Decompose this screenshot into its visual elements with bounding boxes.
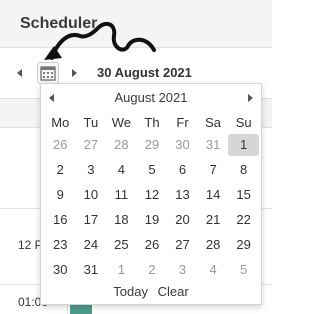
day-cell[interactable]: 28 bbox=[198, 234, 229, 256]
day-cell[interactable]: 4 bbox=[106, 159, 137, 181]
day-cell[interactable]: 9 bbox=[45, 184, 76, 206]
day-cell[interactable]: 22 bbox=[228, 209, 259, 231]
day-cell[interactable]: 25 bbox=[106, 234, 137, 256]
day-cell[interactable]: 6 bbox=[167, 159, 198, 181]
week-row: 9 10 11 12 13 14 15 bbox=[45, 184, 259, 206]
day-cell[interactable]: 31 bbox=[76, 259, 107, 281]
day-cell[interactable]: 27 bbox=[167, 234, 198, 256]
day-cell[interactable]: 31 bbox=[198, 134, 229, 156]
day-cell[interactable]: 21 bbox=[198, 209, 229, 231]
datepicker-header: August 2021 bbox=[41, 84, 261, 112]
day-cell[interactable]: 27 bbox=[76, 134, 107, 156]
week-row: 26 27 28 29 30 31 1 bbox=[45, 134, 259, 156]
day-cell[interactable]: 29 bbox=[228, 234, 259, 256]
month-next-icon[interactable] bbox=[245, 93, 255, 103]
day-cell[interactable]: 13 bbox=[167, 184, 198, 206]
week-row: 16 17 18 19 20 21 22 bbox=[45, 209, 259, 231]
day-cell[interactable]: 5 bbox=[228, 259, 259, 281]
day-cell[interactable]: 7 bbox=[198, 159, 229, 181]
day-cell[interactable]: 8 bbox=[228, 159, 259, 181]
today-button[interactable]: Today bbox=[113, 284, 148, 299]
day-cell[interactable]: 3 bbox=[167, 259, 198, 281]
day-cell[interactable]: 30 bbox=[45, 259, 76, 281]
day-cell[interactable]: 15 bbox=[228, 184, 259, 206]
chevron-left-icon[interactable] bbox=[14, 67, 26, 79]
week-row: 30 31 1 2 3 4 5 bbox=[45, 259, 259, 281]
week-row: 23 24 25 26 27 28 29 bbox=[45, 234, 259, 256]
day-cell[interactable]: 10 bbox=[76, 184, 107, 206]
day-cell[interactable]: 16 bbox=[45, 209, 76, 231]
weekday-label: Fr bbox=[176, 115, 189, 130]
day-cell[interactable]: 1 bbox=[106, 259, 137, 281]
weekday-label: Mo bbox=[51, 115, 70, 130]
day-cell[interactable]: 29 bbox=[137, 134, 168, 156]
scheduler-app: Scheduler 12 P 01:00 30 August 2021 Augu… bbox=[0, 0, 272, 314]
day-cell[interactable]: 4 bbox=[198, 259, 229, 281]
day-cell[interactable]: 24 bbox=[76, 234, 107, 256]
weekday-label: Th bbox=[144, 115, 160, 130]
day-cell[interactable]: 18 bbox=[106, 209, 137, 231]
day-cell[interactable]: 11 bbox=[106, 184, 137, 206]
week-row: 2345678 bbox=[45, 159, 259, 181]
day-cell[interactable]: 23 bbox=[45, 234, 76, 256]
day-cell[interactable]: 12 bbox=[137, 184, 168, 206]
datepicker-popup: August 2021 Mo Tu We Th Fr Sa Su 26 27 28 2… bbox=[40, 83, 262, 305]
clear-button[interactable]: Clear bbox=[158, 284, 189, 299]
chevron-right-icon[interactable] bbox=[68, 67, 80, 79]
day-cell-selected[interactable]: 1 bbox=[228, 134, 259, 156]
weekday-header-row: Mo Tu We Th Fr Sa Su bbox=[45, 114, 259, 132]
day-cell[interactable]: 3 bbox=[76, 159, 107, 181]
day-cell[interactable]: 2 bbox=[137, 259, 168, 281]
datepicker-footer: Today Clear bbox=[41, 284, 261, 299]
time-label-12pm: 12 P bbox=[18, 238, 43, 252]
datepicker-month-title[interactable]: August 2021 bbox=[41, 90, 261, 105]
day-cell[interactable]: 19 bbox=[137, 209, 168, 231]
day-cell[interactable]: 5 bbox=[137, 159, 168, 181]
day-cell[interactable]: 20 bbox=[167, 209, 198, 231]
weekday-label: Su bbox=[235, 115, 252, 130]
calendar-button[interactable] bbox=[37, 62, 59, 84]
day-cell[interactable]: 30 bbox=[167, 134, 198, 156]
calendar-icon bbox=[40, 66, 56, 81]
day-cell[interactable]: 17 bbox=[76, 209, 107, 231]
weekday-label: Sa bbox=[205, 115, 222, 130]
day-cell[interactable]: 26 bbox=[45, 134, 76, 156]
scheduler-header: Scheduler bbox=[0, 0, 272, 48]
scheduler-title: Scheduler bbox=[20, 15, 98, 32]
current-date-label[interactable]: 30 August 2021 bbox=[97, 65, 192, 80]
day-cell[interactable]: 28 bbox=[106, 134, 137, 156]
day-cell[interactable]: 26 bbox=[137, 234, 168, 256]
day-cell[interactable]: 2 bbox=[45, 159, 76, 181]
weekday-label: Tu bbox=[83, 115, 99, 130]
weekday-label: We bbox=[111, 115, 132, 130]
day-cell[interactable]: 14 bbox=[198, 184, 229, 206]
